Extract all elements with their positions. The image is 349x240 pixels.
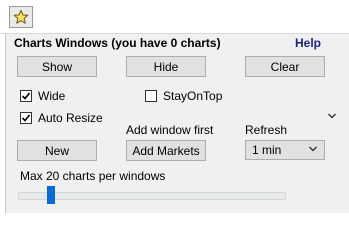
chevron-down-icon[interactable] [327, 112, 337, 120]
auto-resize-label: Auto Resize [38, 111, 103, 125]
star-icon [13, 10, 29, 24]
show-button[interactable]: Show [17, 56, 97, 77]
stay-on-top-label: StayOnTop [163, 89, 223, 103]
chevron-down-icon [309, 146, 317, 152]
help-link[interactable]: Help [295, 36, 321, 50]
auto-resize-option[interactable]: Auto Resize [20, 111, 103, 125]
add-markets-button[interactable]: Add Markets [126, 140, 206, 161]
wide-checkbox[interactable] [20, 90, 32, 102]
new-button[interactable]: New [17, 140, 97, 161]
favorites-button[interactable] [9, 6, 33, 28]
add-window-first-text: Add window first [126, 123, 214, 137]
panel-border [5, 34, 6, 213]
stay-on-top-option[interactable]: StayOnTop [145, 89, 222, 103]
wide-label: Wide [38, 89, 66, 103]
hide-button[interactable]: Hide [126, 56, 206, 77]
auto-resize-checkbox[interactable] [20, 112, 32, 124]
max-charts-slider-thumb[interactable] [47, 186, 55, 204]
checkmark-icon [21, 114, 31, 122]
wide-option[interactable]: Wide [20, 89, 65, 103]
max-charts-text: Max 20 charts per windows [20, 169, 166, 183]
refresh-dropdown[interactable]: 1 min [245, 140, 325, 160]
stay-on-top-checkbox[interactable] [145, 90, 157, 102]
checkmark-icon [21, 92, 31, 100]
refresh-value: 1 min [252, 143, 282, 157]
clear-button[interactable]: Clear [245, 56, 325, 77]
refresh-label: Refresh [245, 123, 288, 137]
panel-title: Charts Windows (you have 0 charts) [14, 36, 221, 50]
max-charts-slider-track[interactable] [18, 192, 286, 200]
top-toolbar [0, 0, 349, 34]
